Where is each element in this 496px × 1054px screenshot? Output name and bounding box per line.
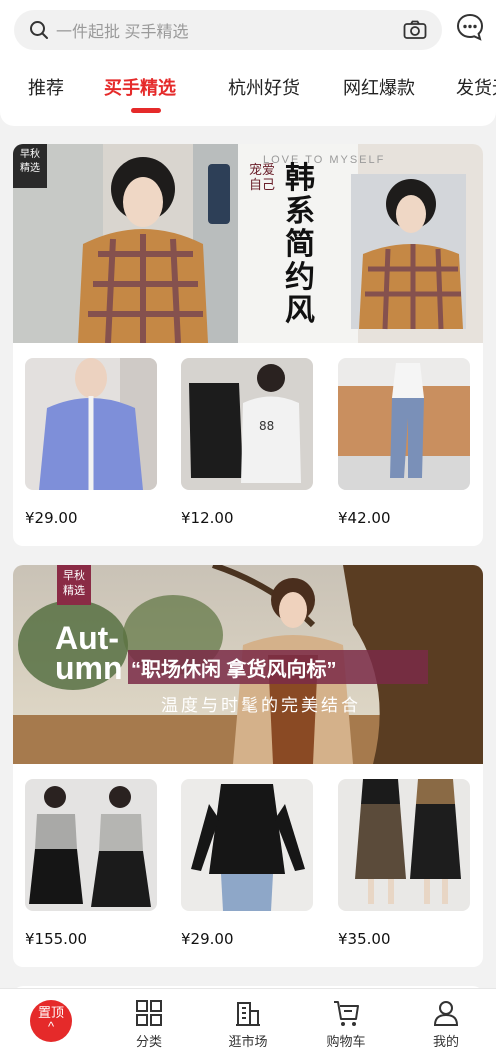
product-image: 88 <box>181 358 313 490</box>
chevron-up-icon: ^ <box>47 1019 55 1034</box>
tab-shipping[interactable]: 发货无 <box>456 74 496 100</box>
banner-big-text: Aut- umn <box>55 620 123 686</box>
nav-market[interactable]: 逛市场 <box>213 999 283 1050</box>
product-row: ¥155.00 ¥29.00 ¥35.00 <box>13 779 483 959</box>
tab-viral-hits[interactable]: 网红爆款 <box>343 74 415 100</box>
early-autumn-badge: 早秋 精选 <box>57 565 91 605</box>
product-price: ¥155.00 <box>25 930 88 948</box>
search-bar[interactable]: 一件起批 买手精选 <box>14 10 442 50</box>
product-card[interactable]: 88 ¥12.00 <box>181 358 313 527</box>
product-image <box>25 358 157 490</box>
nav-category[interactable]: 分类 <box>114 999 184 1050</box>
active-tab-indicator <box>131 108 161 113</box>
promo-banner[interactable]: 早秋 精选 Aut- umn “职场休闲 拿货风向标” 温度与时髦的完美结合 <box>13 565 483 764</box>
banner-top-text: LOVE TO MYSELF <box>263 154 386 166</box>
product-card[interactable]: ¥42.00 <box>338 358 470 527</box>
product-row: ¥29.00 88 ¥12.00 ¥42.00 <box>13 358 483 538</box>
bottom-nav: 分类 逛市场 购物车 我的 <box>0 988 496 1054</box>
banner-small-text: 宠爱 自己 <box>249 162 276 192</box>
category-tabs: 推荐 买手精选 杭州好货 网红爆款 发货无 <box>0 74 496 114</box>
product-price: ¥29.00 <box>25 509 78 527</box>
promo-card-korean-style: 早秋 精选 LOVE TO MYSELF 宠爱 自己 韩 系 简 约 风 ¥29… <box>13 144 483 546</box>
product-price: ¥29.00 <box>181 930 234 948</box>
nav-label: 我的 <box>432 1034 459 1049</box>
product-image <box>181 779 313 911</box>
product-image <box>338 358 470 490</box>
camera-icon[interactable] <box>402 17 428 43</box>
message-icon[interactable] <box>455 12 485 42</box>
nav-label: 分类 <box>135 1034 162 1049</box>
tab-recommend[interactable]: 推荐 <box>28 74 64 100</box>
tab-hangzhou-goods[interactable]: 杭州好货 <box>228 74 300 100</box>
product-price: ¥35.00 <box>338 930 391 948</box>
product-card[interactable]: ¥29.00 <box>181 779 313 948</box>
nav-label: 逛市场 <box>228 1034 268 1049</box>
banner-photo <box>13 144 483 343</box>
promo-card-workwear: 早秋 精选 Aut- umn “职场休闲 拿货风向标” 温度与时髦的完美结合 ¥… <box>13 565 483 967</box>
grid-icon <box>135 999 163 1027</box>
early-autumn-badge: 早秋 精选 <box>13 144 47 188</box>
product-card[interactable]: ¥155.00 <box>25 779 157 948</box>
product-image <box>338 779 470 911</box>
nav-profile[interactable]: 我的 <box>411 999 481 1050</box>
product-price: ¥42.00 <box>338 509 391 527</box>
svg-text:88: 88 <box>259 419 274 433</box>
building-icon <box>234 999 262 1027</box>
nav-label: 购物车 <box>326 1034 366 1049</box>
top-bar: 一件起批 买手精选 推荐 买手精选 杭州好货 网红爆款 发货无 <box>0 0 496 126</box>
product-card[interactable]: ¥35.00 <box>338 779 470 948</box>
cart-icon <box>332 999 360 1027</box>
product-card[interactable]: ¥29.00 <box>25 358 157 527</box>
nav-cart[interactable]: 购物车 <box>311 999 381 1050</box>
banner-title-vertical: 韩 系 简 约 风 <box>285 162 315 327</box>
search-placeholder: 一件起批 买手精选 <box>56 24 189 41</box>
product-image <box>25 779 157 911</box>
banner-headline: “职场休闲 拿货风向标” <box>131 659 337 681</box>
user-icon <box>432 999 460 1027</box>
tab-buyer-picks[interactable]: 买手精选 <box>104 74 176 100</box>
product-price: ¥12.00 <box>181 509 234 527</box>
promo-banner[interactable]: 早秋 精选 LOVE TO MYSELF 宠爱 自己 韩 系 简 约 风 <box>13 144 483 343</box>
back-to-top-button[interactable]: 置顶 ^ <box>30 1000 72 1042</box>
search-icon <box>28 19 50 41</box>
banner-subheadline: 温度与时髦的完美结合 <box>161 696 361 715</box>
